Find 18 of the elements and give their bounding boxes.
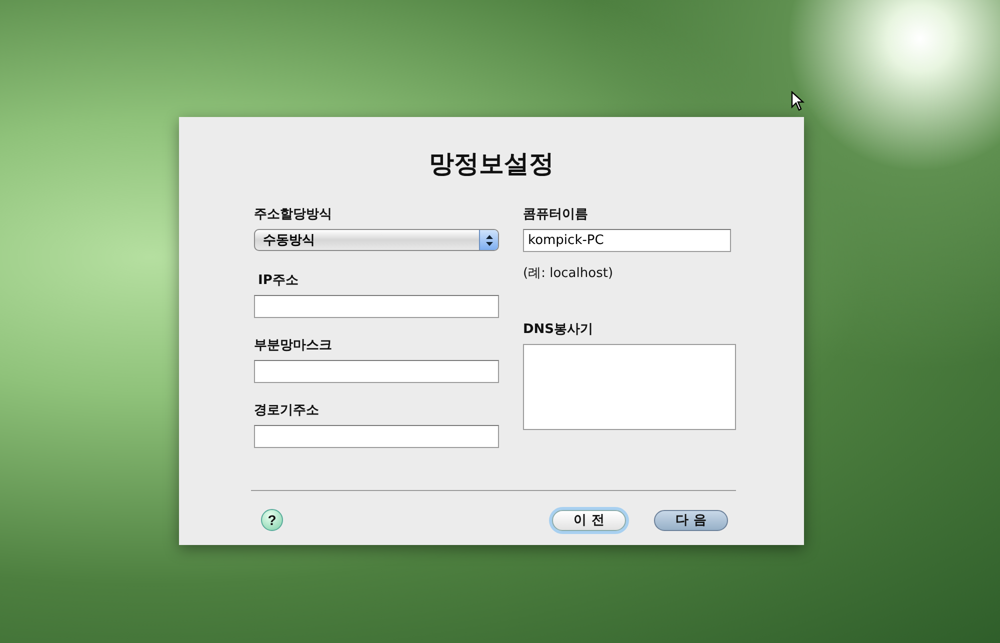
dropdown-select[interactable]: 수동방식 [254,229,499,251]
nav-button[interactable]: 다 음 [654,510,728,530]
field-label: 부분망마스크 [254,337,333,354]
help-button[interactable]: ? [261,509,283,531]
field-label: 경로기주소 [254,402,320,419]
computer-name-field[interactable]: kompick-PC [523,229,731,252]
text-input-field[interactable] [254,360,499,383]
mouse-pointer-icon [791,91,805,111]
example-hint: (례: localhost) [523,265,614,282]
field-label: 콤퓨터이름 [523,206,589,223]
text-input-field[interactable] [254,425,499,448]
text-input-field[interactable] [254,295,499,318]
dialog-title: 망정보설정 [428,148,555,180]
dns-server-field[interactable] [523,344,736,430]
up-down-arrows-icon [486,234,492,246]
field-label: 주소할당방식 [254,206,333,223]
field-label: IP주소 [257,272,300,289]
field-label: DNS봉사기 [523,321,594,338]
